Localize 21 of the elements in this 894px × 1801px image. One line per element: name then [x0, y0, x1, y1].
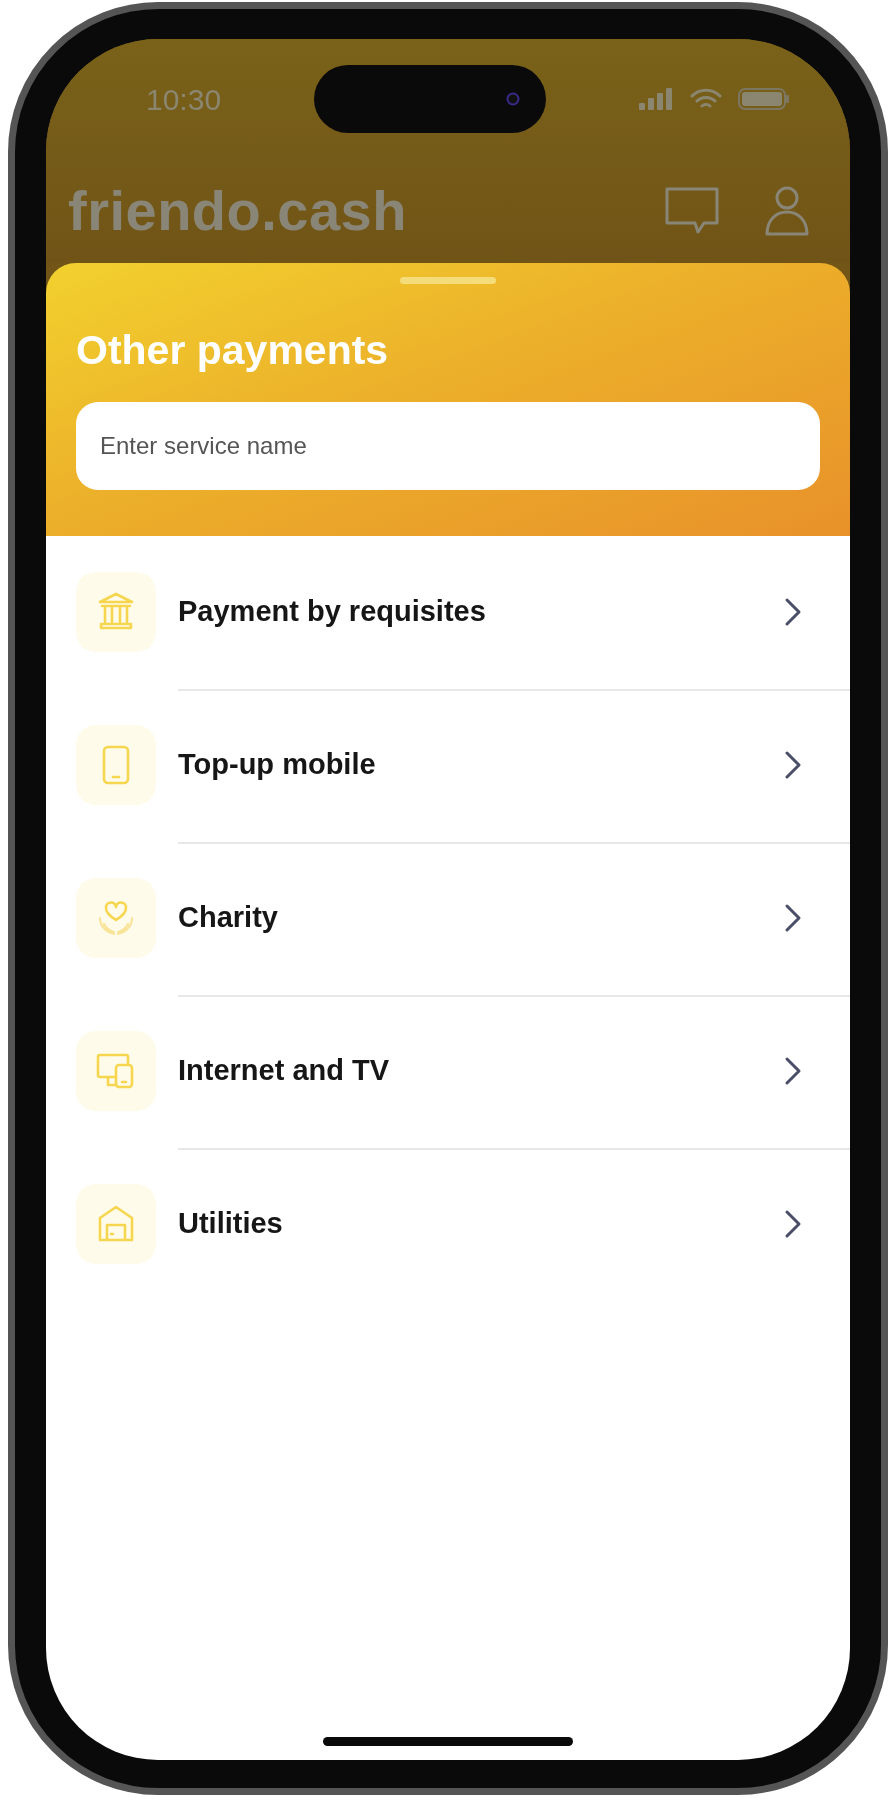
- search-field[interactable]: Enter service name: [76, 401, 820, 490]
- sheet-title: Other payments: [76, 326, 390, 375]
- chat-icon[interactable]: [664, 186, 720, 236]
- chevron-icon: [784, 1056, 802, 1086]
- service-item[interactable]: Top-up mobile: [46, 688, 850, 842]
- home-indicator[interactable]: [323, 1737, 573, 1746]
- chevron-icon: [784, 903, 802, 933]
- chevron-icon: [784, 750, 802, 780]
- status-time: 10:30: [146, 81, 222, 118]
- signal-icon: [638, 87, 674, 111]
- chevron-icon: [784, 1209, 802, 1239]
- app-logo: friendo.cash: [68, 178, 407, 244]
- service-item[interactable]: Internet and TV: [46, 994, 850, 1148]
- service-item[interactable]: Payment by requisites: [46, 535, 850, 689]
- service-item[interactable]: Charity: [46, 841, 850, 995]
- camera-icon: [505, 92, 520, 106]
- service-item[interactable]: Utilities: [46, 1147, 850, 1301]
- chevron-icon: [784, 597, 802, 627]
- drag-handle[interactable]: [400, 277, 496, 284]
- profile-icon[interactable]: [764, 185, 810, 237]
- battery-icon: [738, 87, 790, 111]
